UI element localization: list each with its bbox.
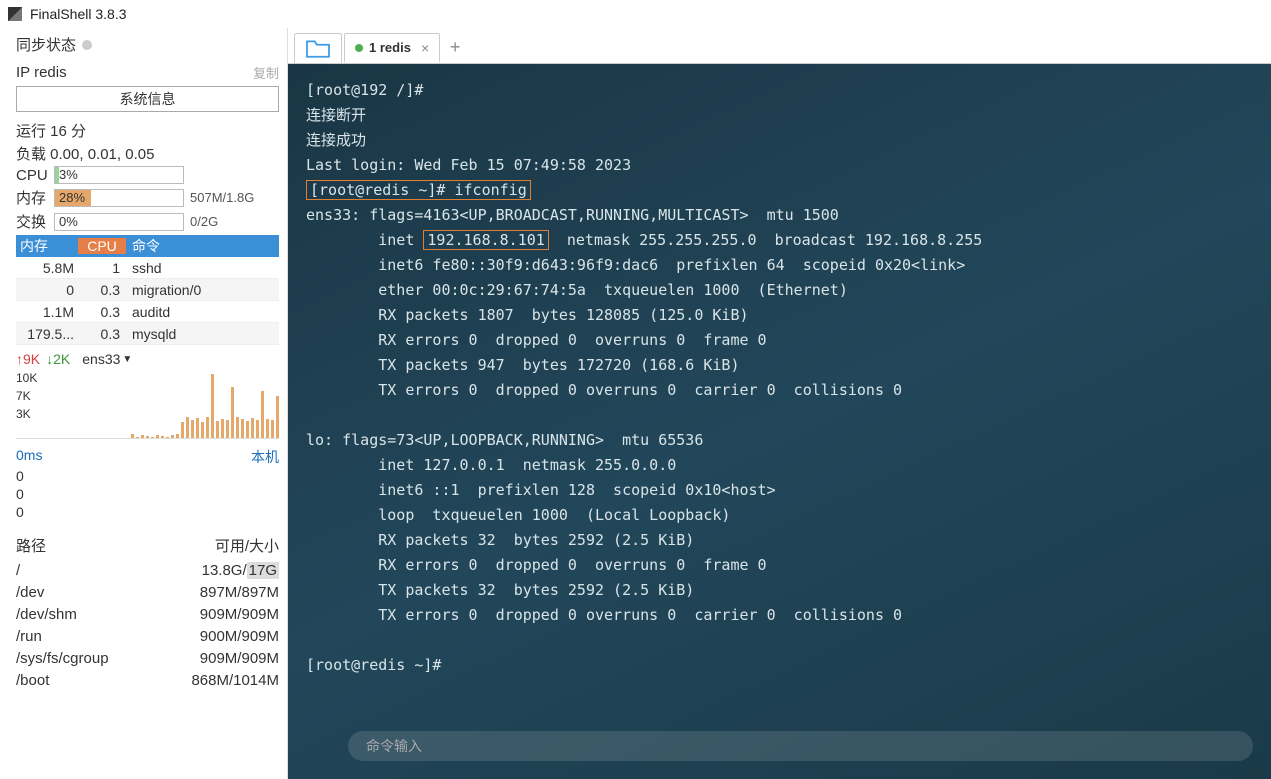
latency-numbers: 0 0 0 xyxy=(16,467,279,521)
load-text: 负载 0.00, 0.01, 0.05 xyxy=(16,143,279,164)
network-chart: 10K 7K 3K xyxy=(16,369,279,439)
folder-icon xyxy=(304,37,332,59)
tab-close-button[interactable]: × xyxy=(421,40,429,56)
command-input[interactable]: 命令输入 xyxy=(348,731,1253,761)
mem-label: 内存 xyxy=(16,187,54,208)
disk-list: /13.8G/17G/dev897M/897M/dev/shm909M/909M… xyxy=(16,560,279,692)
table-row[interactable]: 1.1M0.3auditd xyxy=(16,301,279,323)
runtime-text: 运行 16 分 xyxy=(16,120,279,141)
sync-status: 同步状态 xyxy=(16,34,279,55)
swap-label: 交换 xyxy=(16,211,54,232)
disk-row[interactable]: /sys/fs/cgroup909M/909M xyxy=(16,648,279,670)
col-cmd-header[interactable]: 命令 xyxy=(126,236,279,256)
col-cpu-header[interactable]: CPU xyxy=(78,238,126,254)
net-up: ↑9K xyxy=(16,351,40,367)
tab-status-dot-icon xyxy=(355,44,363,52)
latency-host-dropdown[interactable]: 本机 xyxy=(251,447,279,467)
latency-ms: 0ms xyxy=(16,447,42,467)
swap-metric: 交换 0% 0/2G xyxy=(16,211,279,232)
tab-name: redis xyxy=(380,40,411,55)
net-down: ↓2K xyxy=(46,351,70,367)
cpu-label: CPU xyxy=(16,167,54,184)
disk-path-header: 路径 xyxy=(16,535,46,556)
disk-size-header: 可用/大小 xyxy=(215,535,279,556)
app-logo-icon xyxy=(8,7,22,21)
sidebar: 同步状态 IP redis 复制 系统信息 运行 16 分 负载 0.00, 0… xyxy=(0,28,288,779)
mem-detail: 507M/1.8G xyxy=(190,190,254,205)
sync-dot-icon xyxy=(82,40,92,50)
disk-row[interactable]: /run900M/909M xyxy=(16,626,279,648)
tab-add-button[interactable]: + xyxy=(440,37,470,58)
mem-metric: 内存 28% 507M/1.8G xyxy=(16,187,279,208)
cpu-metric: CPU 3% xyxy=(16,166,279,184)
table-row[interactable]: 5.8M1sshd xyxy=(16,257,279,279)
process-table-body: 5.8M1sshd00.3migration/01.1M0.3auditd179… xyxy=(16,257,279,345)
swap-detail: 0/2G xyxy=(190,214,218,229)
net-iface-dropdown[interactable]: ens33▼ xyxy=(82,351,132,367)
disk-row[interactable]: /dev897M/897M xyxy=(16,582,279,604)
chart-ylabels: 10K 7K 3K xyxy=(16,369,37,423)
col-mem-header[interactable]: 内存 xyxy=(16,236,78,256)
system-info-button[interactable]: 系统信息 xyxy=(16,86,279,112)
tab-bar: 1 redis × + xyxy=(288,28,1271,64)
network-stats: ↑9K ↓2K ens33▼ xyxy=(16,351,279,367)
terminal[interactable]: [root@192 /]# 连接断开 连接成功 Last login: Wed … xyxy=(288,64,1271,779)
tab-redis[interactable]: 1 redis × xyxy=(344,33,440,63)
table-row[interactable]: 179.5...0.3mysqld xyxy=(16,323,279,345)
copy-button[interactable]: 复制 xyxy=(253,63,279,82)
app-title: FinalShell 3.8.3 xyxy=(30,6,127,22)
ip-label: IP redis xyxy=(16,64,67,81)
titlebar: FinalShell 3.8.3 xyxy=(0,0,1271,28)
process-table-header[interactable]: 内存 CPU 命令 xyxy=(16,235,279,257)
disk-row[interactable]: /boot868M/1014M xyxy=(16,670,279,692)
highlight-ifconfig-cmd: [root@redis ~]# ifconfig xyxy=(306,180,531,200)
folder-button[interactable] xyxy=(294,33,342,63)
tab-index: 1 xyxy=(369,40,376,55)
sync-label: 同步状态 xyxy=(16,34,76,55)
table-row[interactable]: 00.3migration/0 xyxy=(16,279,279,301)
disk-row[interactable]: /13.8G/17G xyxy=(16,560,279,582)
disk-row[interactable]: /dev/shm909M/909M xyxy=(16,604,279,626)
chevron-down-icon: ▼ xyxy=(122,354,132,365)
highlight-ip: 192.168.8.101 xyxy=(423,230,548,250)
